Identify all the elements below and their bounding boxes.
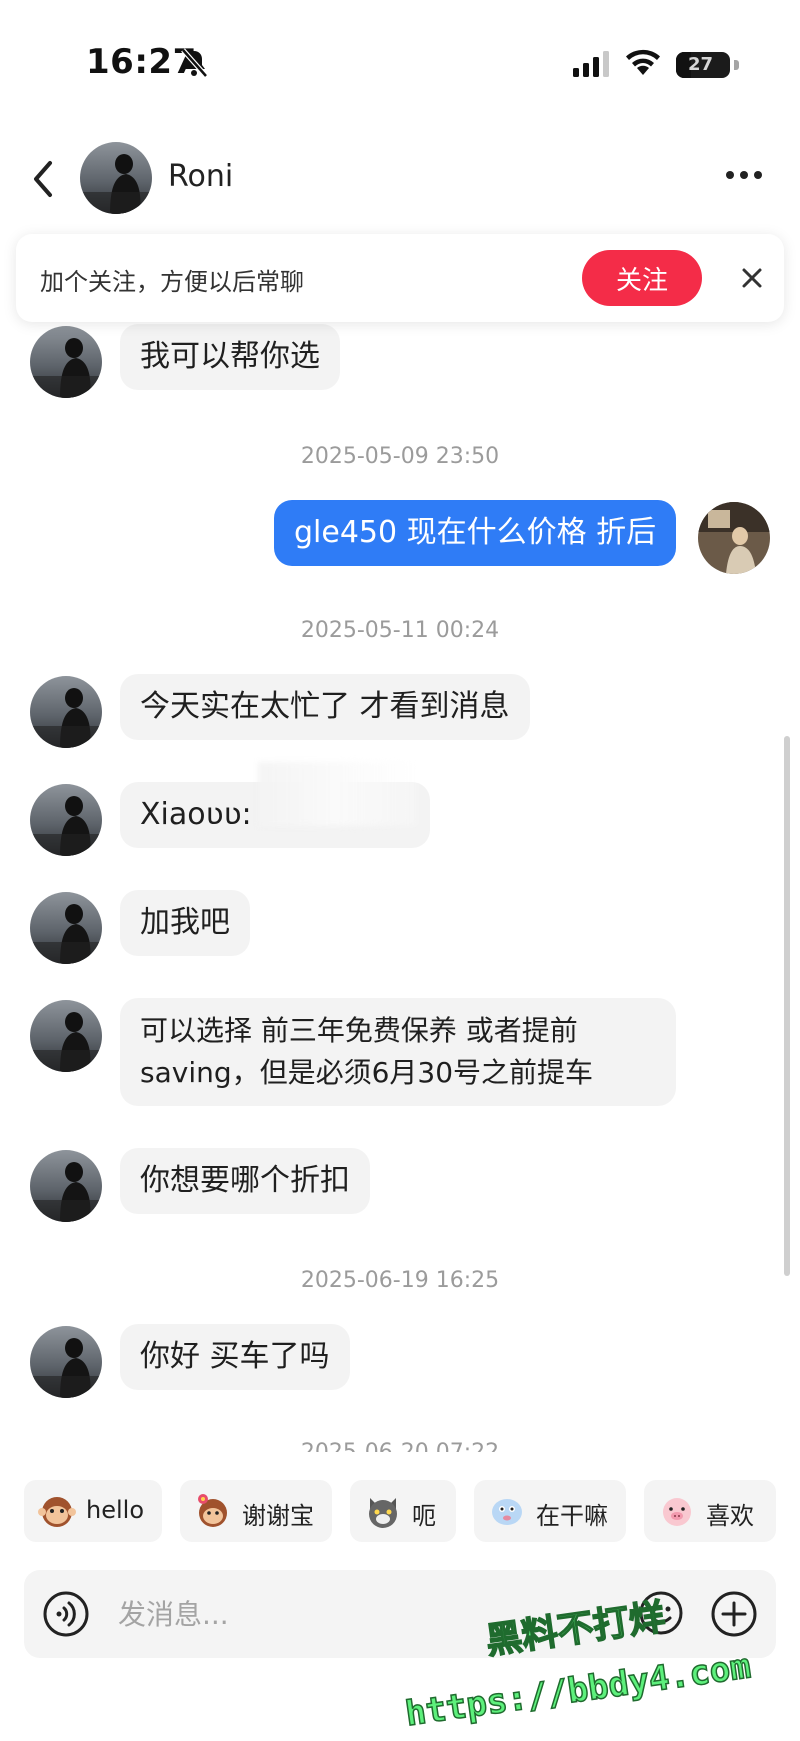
message-bubble[interactable]: 你好 买车了吗: [120, 1324, 350, 1390]
chat-header: Roni: [0, 135, 800, 225]
redaction-blur: [258, 762, 418, 826]
self-message-bubble[interactable]: gle450 现在什么价格 折后: [274, 500, 677, 566]
contact-avatar[interactable]: [30, 892, 102, 964]
chat-scrollbar[interactable]: [784, 736, 790, 1276]
avatar-silhouette-icon: [80, 142, 152, 214]
quick-reply-chip[interactable]: hello: [24, 1480, 162, 1542]
close-icon[interactable]: [736, 262, 768, 294]
bell-off-icon: [181, 48, 208, 78]
quick-reply-chip[interactable]: 呃: [350, 1480, 456, 1542]
avatar-silhouette-icon: [30, 784, 102, 856]
avatar-silhouette-icon: [30, 676, 102, 748]
quick-reply-label: 喜欢: [706, 1502, 754, 1530]
monkey-emoji-icon: [38, 1497, 76, 1527]
contact-avatar[interactable]: [30, 784, 102, 856]
contact-avatar[interactable]: [30, 1000, 102, 1072]
voice-input-icon[interactable]: [42, 1590, 90, 1638]
quick-reply-label: hello: [86, 1496, 144, 1524]
contact-avatar[interactable]: [30, 1326, 102, 1398]
self-avatar-photo-icon: [698, 502, 770, 574]
message-bubble[interactable]: 可以选择 前三年免费保养 或者提前 saving，但是必须6月30号之前提车: [120, 998, 676, 1106]
monkey-flower-emoji-icon: [198, 1494, 227, 1527]
contact-avatar[interactable]: [30, 1150, 102, 1222]
fish-emoji-icon: [492, 1499, 522, 1525]
message-input-bar: [24, 1570, 776, 1658]
contact-name: Roni: [168, 159, 234, 194]
follow-prompt-text: 加个关注，方便以后常聊: [40, 268, 304, 296]
message-input[interactable]: [116, 1588, 536, 1640]
avatar-silhouette-icon: [30, 1150, 102, 1222]
cellular-signal-icon: [573, 51, 609, 77]
status-bar: 16:27 27: [0, 0, 800, 130]
emoji-icon[interactable]: [638, 1590, 684, 1636]
avatar-silhouette-icon: [30, 1326, 102, 1398]
pig-emoji-icon: [663, 1498, 691, 1526]
avatar-silhouette-icon: [30, 1000, 102, 1072]
quick-reply-chip[interactable]: 喜欢: [644, 1480, 776, 1542]
battery-cap: [734, 60, 739, 70]
avatar-silhouette-icon: [30, 326, 102, 398]
plus-icon[interactable]: [710, 1590, 758, 1638]
quick-reply-bar: hello 谢谢宝 呃 在干嘛 喜欢: [0, 1480, 800, 1544]
self-avatar[interactable]: [698, 502, 770, 574]
follow-banner: 加个关注，方便以后常聊 关注: [16, 234, 784, 322]
message-bubble[interactable]: 我可以帮你选: [120, 324, 340, 390]
message-bubble[interactable]: 加我吧: [120, 890, 250, 956]
quick-reply-label: 呃: [412, 1502, 436, 1530]
quick-reply-label: 谢谢宝: [242, 1502, 314, 1530]
quick-reply-label: 在干嘛: [536, 1502, 608, 1530]
message-bubble[interactable]: 今天实在太忙了 才看到消息: [120, 674, 530, 740]
cat-emoji-icon: [369, 1498, 397, 1528]
battery-indicator: 27: [676, 52, 730, 78]
watermark-line2: https://bbdy4.com: [403, 1646, 753, 1734]
back-arrow-icon[interactable]: [28, 157, 60, 201]
message-timestamp: 2025-05-11 00:24: [300, 618, 500, 643]
quick-reply-chip[interactable]: 谢谢宝: [180, 1480, 332, 1542]
contact-avatar[interactable]: [30, 676, 102, 748]
message-bubble[interactable]: 你想要哪个折扣: [120, 1148, 370, 1214]
contact-avatar[interactable]: [30, 326, 102, 398]
avatar-silhouette-icon: [30, 892, 102, 964]
wifi-icon: [626, 49, 660, 75]
follow-button[interactable]: 关注: [582, 250, 702, 306]
battery-percent: 27: [688, 54, 714, 75]
message-list[interactable]: 我可以帮你选 2025-05-09 23:50 gle450 现在什么价格 折后…: [0, 322, 800, 1452]
message-timestamp: 2025-06-19 16:25: [300, 1268, 500, 1293]
quick-reply-chip[interactable]: 在干嘛: [474, 1480, 626, 1542]
contact-avatar[interactable]: [80, 142, 152, 214]
chat-screen: 16:27 27 Roni 我可以帮你选 2025-05-09 23:50 gl…: [0, 0, 800, 1741]
message-timestamp: 2025-05-09 23:50: [300, 444, 500, 469]
message-timestamp: 2025-06-20 07:22: [0, 1440, 800, 1452]
more-options-icon[interactable]: [724, 169, 764, 181]
